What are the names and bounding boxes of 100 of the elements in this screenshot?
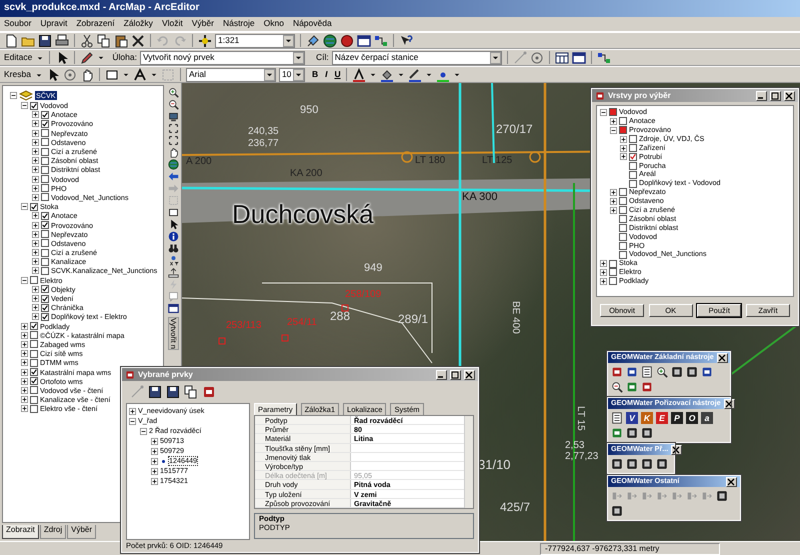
checkbox[interactable] [619, 206, 627, 214]
expand-icon[interactable] [32, 212, 39, 220]
menu-item[interactable]: Výběr [192, 18, 214, 30]
save-icon[interactable] [38, 34, 52, 48]
xy-icon[interactable] [168, 255, 179, 266]
checkbox[interactable] [30, 331, 38, 340]
letter-button[interactable]: P [671, 412, 683, 424]
save-delete-icon[interactable] [148, 385, 162, 399]
tool-icon[interactable] [641, 381, 653, 393]
text-icon[interactable] [132, 68, 147, 82]
checkbox[interactable] [30, 396, 38, 404]
expand-icon[interactable] [32, 286, 39, 293]
rotate-icon[interactable] [530, 50, 544, 64]
back-arrow-icon[interactable] [168, 171, 179, 182]
letter-button[interactable]: V [626, 412, 638, 424]
tool-icon[interactable] [611, 366, 623, 378]
tool-icon[interactable] [626, 427, 638, 439]
expand-icon[interactable] [610, 198, 617, 205]
pointer-icon[interactable] [168, 219, 179, 230]
checkbox[interactable] [41, 110, 49, 119]
zoom-in-icon[interactable] [168, 87, 179, 98]
fixed-zoom-out-icon[interactable] [168, 135, 179, 146]
checkbox[interactable] [41, 184, 49, 192]
menu-item[interactable]: Upravit [40, 18, 68, 30]
binoculars-icon[interactable] [168, 243, 179, 254]
checkbox[interactable] [30, 350, 38, 358]
close-icon[interactable] [671, 444, 682, 454]
checkbox[interactable] [619, 117, 627, 126]
rotate-icon[interactable] [62, 68, 77, 82]
collapse-icon[interactable] [21, 276, 28, 284]
clear-selection-icon[interactable] [168, 207, 179, 218]
fill-color-icon[interactable] [380, 68, 394, 82]
close-icon[interactable] [716, 352, 728, 362]
expand-icon[interactable] [151, 468, 158, 474]
list-icon[interactable] [611, 412, 623, 424]
checkbox[interactable] [30, 276, 38, 284]
expand-icon[interactable] [32, 111, 39, 118]
tool-icon[interactable] [686, 366, 698, 378]
task-field[interactable]: Vytvořit nový prvek [140, 50, 305, 64]
expand-icon[interactable] [21, 368, 28, 376]
tab[interactable]: Zobrazit [2, 525, 39, 539]
minimize-icon[interactable] [436, 370, 447, 380]
minimize-icon[interactable] [756, 90, 767, 100]
underline-button[interactable]: U [334, 69, 341, 80]
download-icon[interactable] [611, 427, 623, 439]
tab[interactable]: Zdroj [40, 525, 66, 539]
checkbox[interactable] [30, 340, 38, 348]
checkbox[interactable] [629, 170, 637, 179]
checkbox[interactable] [619, 232, 627, 241]
checkbox[interactable] [41, 221, 49, 230]
checkbox[interactable] [41, 266, 49, 275]
menu-item[interactable]: Zobrazení [76, 18, 115, 30]
checkbox[interactable] [629, 152, 637, 161]
expand-icon[interactable] [151, 478, 158, 484]
delete-icon[interactable] [131, 34, 145, 48]
close-icon[interactable] [784, 90, 795, 100]
expand-icon[interactable] [610, 206, 617, 214]
checkbox[interactable] [30, 202, 38, 211]
menu-item[interactable]: Nástroje [222, 18, 255, 30]
expand-icon[interactable] [32, 157, 39, 164]
select-layers-icon[interactable] [596, 50, 611, 64]
expand-icon[interactable] [32, 130, 39, 137]
expand-icon[interactable] [610, 118, 617, 125]
checkbox[interactable] [30, 322, 38, 330]
font-field[interactable]: Arial [186, 68, 276, 82]
collapse-icon[interactable] [610, 126, 617, 134]
expand-icon[interactable] [21, 322, 28, 330]
expand-icon[interactable] [32, 249, 39, 256]
checkbox[interactable] [609, 277, 617, 286]
expand-icon[interactable] [32, 184, 39, 192]
checkbox[interactable] [30, 358, 38, 367]
expand-icon[interactable] [32, 304, 39, 312]
expand-icon[interactable] [600, 278, 607, 285]
window-icon[interactable] [357, 34, 371, 48]
editor-icon[interactable] [306, 34, 320, 48]
expand-icon[interactable] [32, 258, 39, 266]
expand-icon[interactable] [610, 188, 617, 196]
expand-icon[interactable] [620, 144, 627, 152]
checkbox[interactable] [41, 156, 49, 165]
editor-menu[interactable]: Editace [4, 52, 44, 63]
menu-item[interactable]: Záložky [124, 18, 153, 30]
checkbox[interactable] [41, 239, 49, 248]
scrollbar[interactable] [464, 416, 473, 508]
add-data-icon[interactable] [198, 34, 212, 48]
maximize-icon[interactable] [770, 90, 781, 100]
checkbox[interactable] [41, 138, 49, 146]
checkbox[interactable] [609, 260, 617, 268]
expand-icon[interactable] [32, 222, 39, 229]
expand-icon[interactable] [620, 153, 627, 160]
checkbox[interactable] [619, 242, 627, 250]
letter-button[interactable]: a [701, 412, 713, 424]
menu-item[interactable]: Vložit [162, 18, 183, 30]
copy-icon[interactable] [97, 34, 111, 48]
checkbox[interactable] [41, 285, 49, 294]
letter-button[interactable]: K [641, 412, 653, 424]
expand-icon[interactable] [129, 408, 136, 414]
expand-icon[interactable] [21, 396, 28, 404]
checkbox[interactable] [30, 102, 38, 110]
checkbox[interactable] [41, 304, 49, 312]
expand-icon[interactable] [32, 166, 39, 174]
